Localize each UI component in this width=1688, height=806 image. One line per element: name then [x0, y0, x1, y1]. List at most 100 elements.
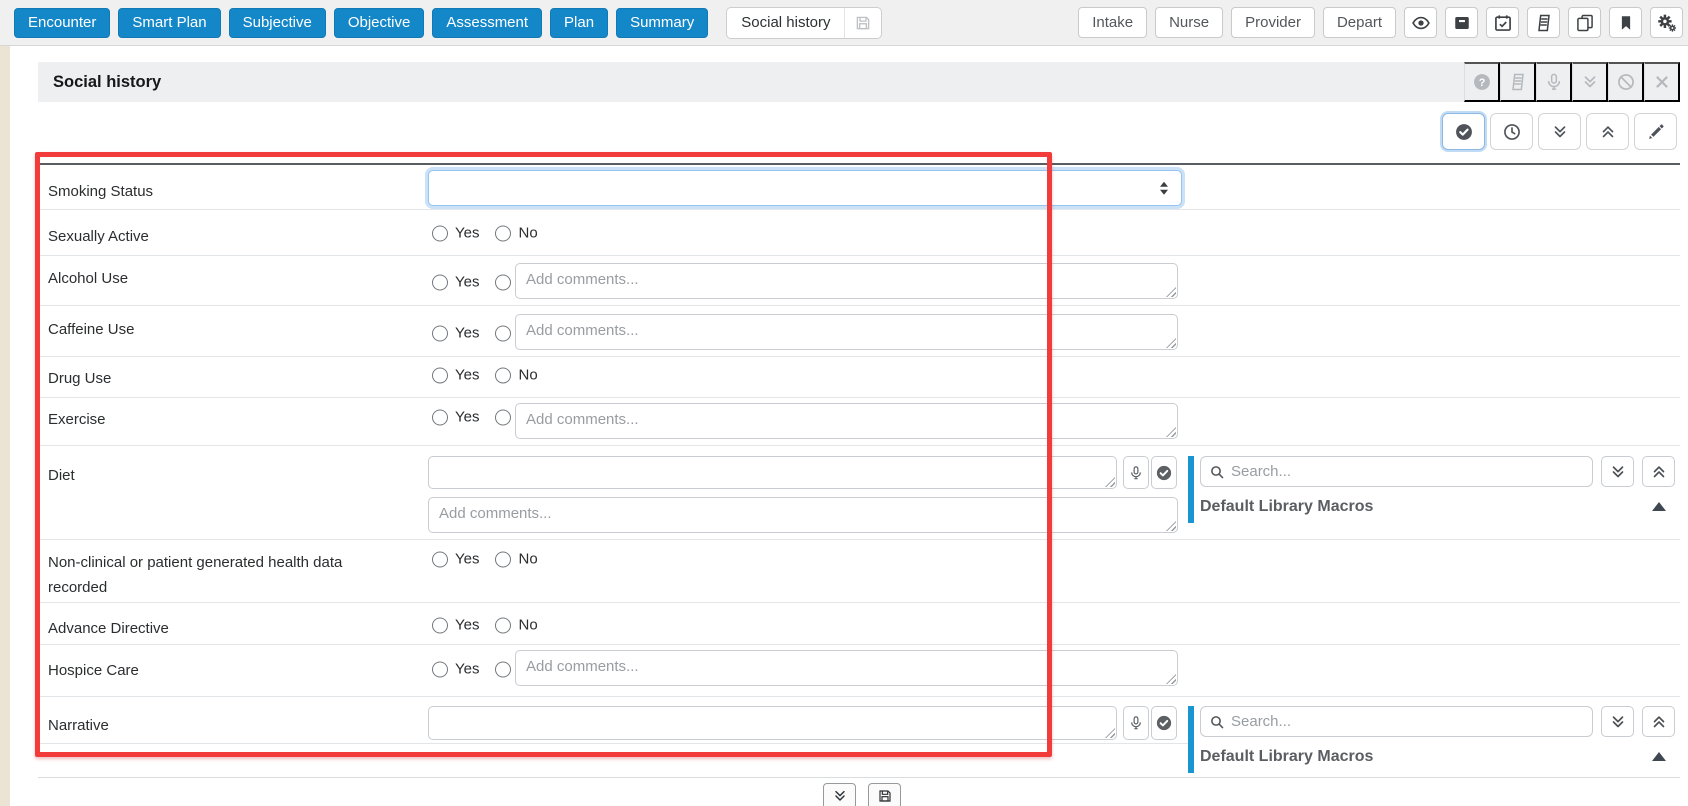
- macros-search-input[interactable]: [1231, 463, 1584, 480]
- dictate-button[interactable]: [1536, 62, 1572, 102]
- nav-objective-button[interactable]: Objective: [333, 7, 425, 38]
- divider: [38, 743, 1188, 744]
- macros-collapse-button[interactable]: [1642, 706, 1675, 737]
- depart-button[interactable]: Depart: [1322, 7, 1396, 38]
- nonclinical-data-radios: Yes No: [432, 551, 538, 568]
- radio-label: Yes: [455, 324, 480, 342]
- gear-icon: [1657, 13, 1677, 33]
- diet-input[interactable]: [428, 456, 1117, 489]
- smoking-status-select[interactable]: [428, 170, 1182, 206]
- nav-assessment-button[interactable]: Assessment: [432, 7, 543, 38]
- alcohol-comments-textarea[interactable]: [515, 263, 1178, 299]
- exercise-no-radio[interactable]: [495, 409, 512, 425]
- hospice-care-no-radio[interactable]: [495, 661, 512, 677]
- alcohol-use-no-radio[interactable]: [495, 274, 512, 290]
- alcohol-use-yes-radio[interactable]: [432, 274, 448, 290]
- nav-summary-button[interactable]: Summary: [616, 7, 709, 38]
- save-bottom-button[interactable]: [868, 783, 901, 806]
- svg-text:?: ?: [1478, 77, 1485, 89]
- eye-button[interactable]: [1404, 7, 1437, 38]
- intake-button[interactable]: Intake: [1078, 7, 1148, 38]
- tab-save-button[interactable]: [844, 7, 881, 38]
- hospice-care-yes-radio[interactable]: [432, 661, 448, 677]
- macros-search-input[interactable]: [1231, 713, 1584, 730]
- exercise-comments-wrap: [515, 403, 1178, 439]
- radio-label: Yes: [455, 366, 480, 384]
- tab-social-history[interactable]: Social history: [727, 8, 844, 38]
- history-button[interactable]: [1490, 113, 1533, 150]
- clear-section-button[interactable]: [1608, 62, 1644, 102]
- collapse-all-button[interactable]: [1586, 113, 1629, 150]
- library-button[interactable]: [1500, 62, 1536, 102]
- macros-title: Default Library Macros: [1200, 497, 1374, 515]
- nurse-button[interactable]: Nurse: [1155, 7, 1224, 38]
- edit-button[interactable]: [1634, 113, 1677, 150]
- caffeine-comments-textarea[interactable]: [515, 314, 1178, 350]
- main-content: Social history ? Smoking Status Sexually…: [10, 46, 1688, 806]
- toolbar-right-group: Intake Nurse Provider Depart: [1078, 7, 1688, 38]
- appointments-button[interactable]: [1486, 7, 1519, 38]
- radio-label: Yes: [455, 273, 480, 291]
- footer-buttons: [823, 783, 901, 806]
- diet-comments-textarea[interactable]: [428, 497, 1178, 533]
- macros-collapse-button[interactable]: [1642, 456, 1675, 487]
- advance-directive-no-radio[interactable]: [495, 617, 512, 633]
- mic-icon: [1128, 715, 1144, 731]
- drug-use-no-radio[interactable]: [495, 367, 512, 383]
- bookmark-button[interactable]: [1609, 7, 1642, 38]
- narrative-dictate-button[interactable]: [1123, 706, 1149, 740]
- close-section-button[interactable]: [1644, 62, 1680, 102]
- copy-button[interactable]: [1568, 7, 1601, 38]
- exercise-comments-textarea[interactable]: [515, 403, 1178, 439]
- narrative-confirm-button[interactable]: [1151, 706, 1177, 740]
- exercise-yes-radio[interactable]: [432, 409, 448, 425]
- nav-plan-button[interactable]: Plan: [550, 7, 609, 38]
- complete-button[interactable]: [1442, 113, 1485, 150]
- form-row-drug-use: Drug Use Yes No: [38, 357, 1680, 398]
- field-label: Sexually Active: [48, 228, 149, 245]
- form-row-nonclinical-data: Non-clinical or patient generated health…: [38, 540, 1680, 603]
- macros-title-row[interactable]: Default Library Macros: [1200, 490, 1682, 523]
- settings-button[interactable]: [1650, 7, 1683, 38]
- check-circle-icon: [1454, 122, 1474, 142]
- hospice-comments-textarea[interactable]: [515, 650, 1178, 686]
- macros-expand-button[interactable]: [1601, 456, 1634, 487]
- field-label: Exercise: [48, 411, 106, 428]
- diet-dictate-button[interactable]: [1123, 456, 1149, 489]
- caffeine-use-yes-radio[interactable]: [432, 325, 448, 341]
- diet-confirm-button[interactable]: [1151, 456, 1177, 489]
- search-icon: [1209, 464, 1225, 480]
- diet-input-wrap: [428, 456, 1117, 489]
- caffeine-comments-wrap: [515, 314, 1178, 350]
- page-title: Social history: [53, 72, 162, 91]
- progress-notes-button[interactable]: [1527, 7, 1560, 38]
- nav-smart-plan-button[interactable]: Smart Plan: [118, 7, 221, 38]
- form-row-caffeine-use: Caffeine Use Yes No: [38, 306, 1680, 357]
- expand-all-button[interactable]: [1538, 113, 1581, 150]
- nonclinical-no-radio[interactable]: [495, 551, 512, 567]
- ban-icon: [1616, 72, 1636, 92]
- narrative-input-wrap: [428, 706, 1117, 740]
- provider-button[interactable]: Provider: [1231, 7, 1315, 38]
- expand-section-button[interactable]: [1572, 62, 1608, 102]
- archive-button[interactable]: [1445, 7, 1478, 38]
- radio-label: No: [518, 224, 538, 242]
- narrative-input[interactable]: [428, 706, 1117, 740]
- advance-directive-yes-radio[interactable]: [432, 617, 448, 633]
- macros-expand-button[interactable]: [1601, 706, 1634, 737]
- drug-use-yes-radio[interactable]: [432, 367, 448, 383]
- advance-directive-radios: Yes No: [432, 617, 538, 634]
- nav-encounter-button[interactable]: Encounter: [14, 7, 111, 38]
- field-label: Narrative: [48, 717, 109, 734]
- section-action-row: [1442, 113, 1677, 150]
- field-label: Advance Directive: [48, 620, 169, 637]
- sexually-active-yes-radio[interactable]: [432, 225, 448, 241]
- nav-subjective-button[interactable]: Subjective: [228, 7, 326, 38]
- caffeine-use-no-radio[interactable]: [495, 325, 512, 341]
- nonclinical-yes-radio[interactable]: [432, 551, 448, 567]
- sexually-active-no-radio[interactable]: [495, 225, 512, 241]
- mic-icon: [1128, 465, 1144, 481]
- macros-title-row[interactable]: Default Library Macros: [1200, 740, 1682, 773]
- expand-bottom-button[interactable]: [823, 783, 856, 806]
- help-button[interactable]: ?: [1464, 62, 1500, 102]
